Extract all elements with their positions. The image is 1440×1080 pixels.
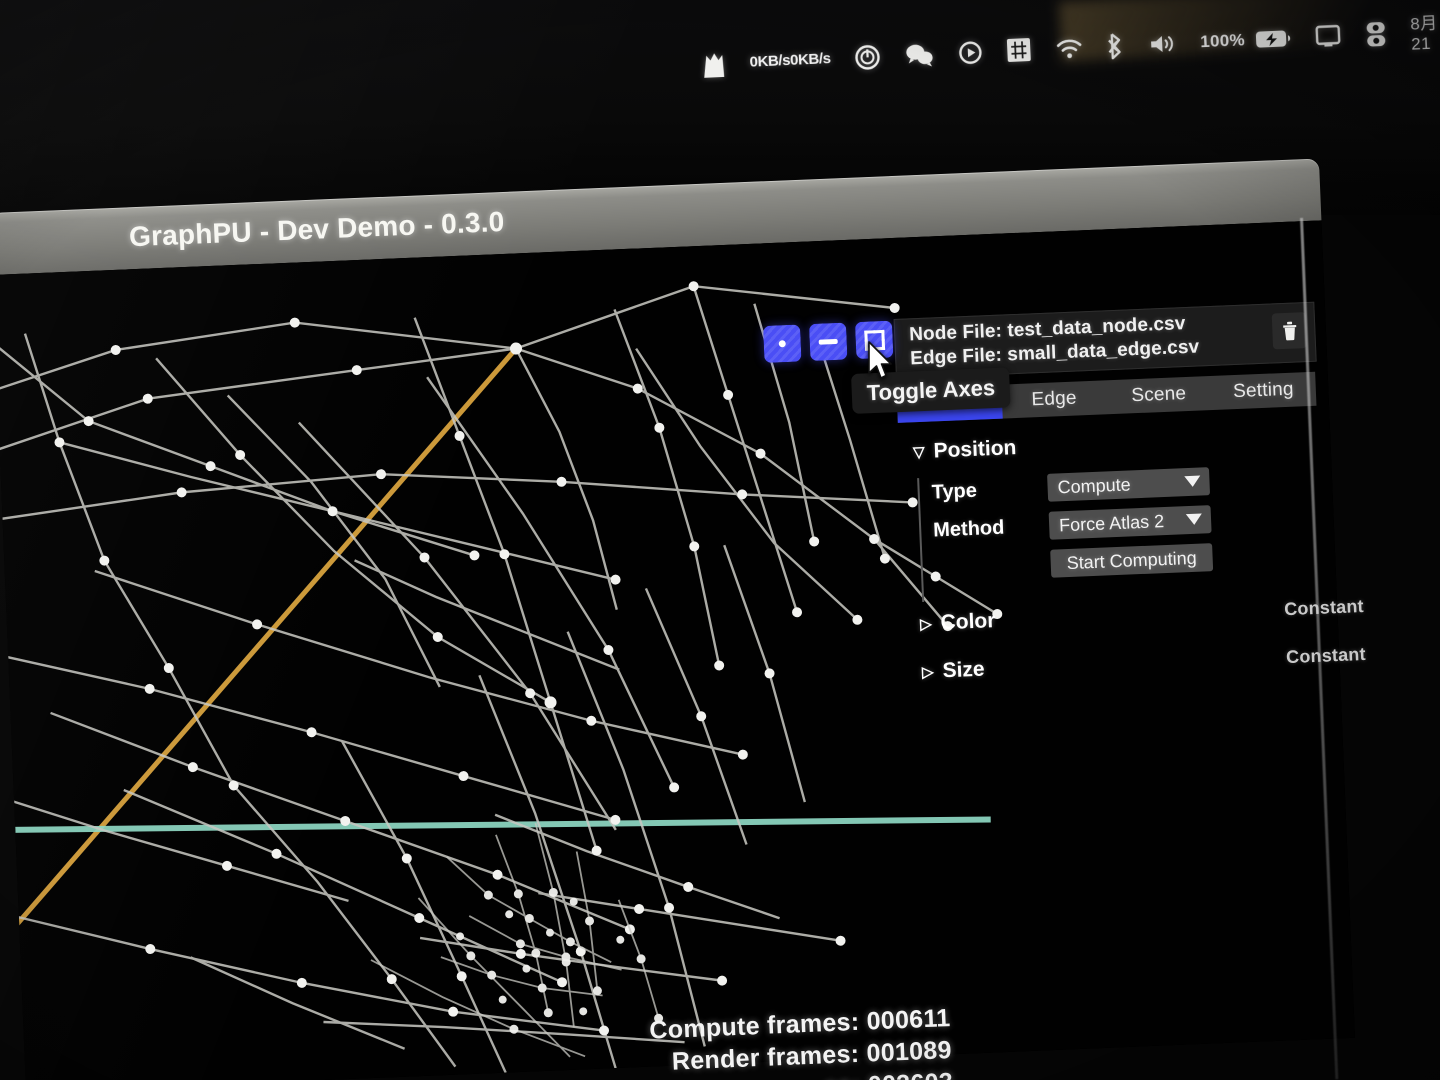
hidden-bar-icon[interactable] [699, 48, 726, 79]
menubar-date[interactable]: 8月21 [1410, 8, 1440, 54]
toggle-nodes-button[interactable] [763, 324, 802, 363]
start-computing-button[interactable]: Start Computing [1050, 543, 1214, 578]
network-down-label: 0KB/s [789, 49, 831, 69]
wifi-icon[interactable] [1055, 36, 1084, 59]
network-up-label: 0KB/s [749, 51, 791, 71]
color-section-header[interactable]: ▷ Color Constant [919, 595, 1364, 636]
position-type-select[interactable]: Compute [1047, 467, 1211, 502]
line-icon [818, 338, 838, 345]
stats-overlay: Compute frames: 000611 Render frames: 00… [640, 1002, 954, 1080]
size-value-label: Constant [1285, 643, 1367, 667]
volume-icon[interactable] [1148, 31, 1177, 56]
mouse-cursor [866, 340, 896, 387]
file-info-bar: Node File: test_data_node.csv Edge File:… [893, 301, 1317, 379]
tab-edge[interactable]: Edge [1001, 380, 1107, 418]
trash-icon [1282, 321, 1296, 341]
input-method-icon[interactable] [1006, 37, 1032, 63]
delete-data-button[interactable] [1271, 312, 1308, 350]
chevron-down-icon: ▽ [912, 443, 925, 461]
position-section-header[interactable]: ▽ Position [913, 424, 1314, 464]
battery-icon[interactable] [1254, 28, 1291, 50]
chevron-down-icon [1184, 475, 1201, 488]
chevron-right-icon: ▷ [919, 615, 932, 633]
method-label: Method [932, 516, 1005, 542]
display-icon[interactable] [1314, 23, 1341, 48]
window-title: GraphPU - Dev Demo - 0.3.0 [128, 205, 505, 253]
position-method-value: Force Atlas 2 [1058, 510, 1165, 535]
position-section-label: Position [933, 436, 1017, 463]
wechat-icon[interactable] [904, 41, 935, 68]
battery-percent-label: 100% [1199, 29, 1246, 51]
dot-icon [778, 340, 786, 348]
media-play-icon[interactable] [958, 40, 983, 65]
screenshot-root: 0KB/s 0KB/s 100% 8月21 GraphPU - Dev Demo… [0, 0, 1440, 1080]
network-speed-indicator[interactable]: 0KB/s 0KB/s [749, 49, 831, 71]
chevron-right-icon: ▷ [921, 663, 934, 681]
control-center-icon[interactable] [1364, 20, 1387, 47]
bluetooth-icon[interactable] [1107, 32, 1125, 60]
toggle-edges-button[interactable] [808, 322, 848, 362]
chevron-down-icon [1185, 513, 1203, 526]
position-rows: Type Compute Method Force Atlas 2 Start … [914, 458, 1318, 588]
tab-setting[interactable]: Setting [1210, 372, 1316, 410]
size-section-label: Size [942, 657, 986, 683]
tab-scene[interactable]: Scene [1106, 376, 1212, 414]
node-settings-section: ▽ Position Type Compute Method Force Atl… [913, 424, 1366, 684]
type-label: Type [931, 479, 978, 504]
power-icon[interactable] [854, 43, 881, 70]
position-method-select[interactable]: Force Atlas 2 [1048, 505, 1212, 540]
color-section-label: Color [940, 609, 996, 635]
size-section-header[interactable]: ▷ Size Constant [921, 643, 1366, 684]
inspector-panel: Node File: test_data_node.csv Edge File:… [893, 288, 1366, 765]
color-value-label: Constant [1283, 595, 1365, 619]
position-type-value: Compute [1057, 473, 1131, 497]
